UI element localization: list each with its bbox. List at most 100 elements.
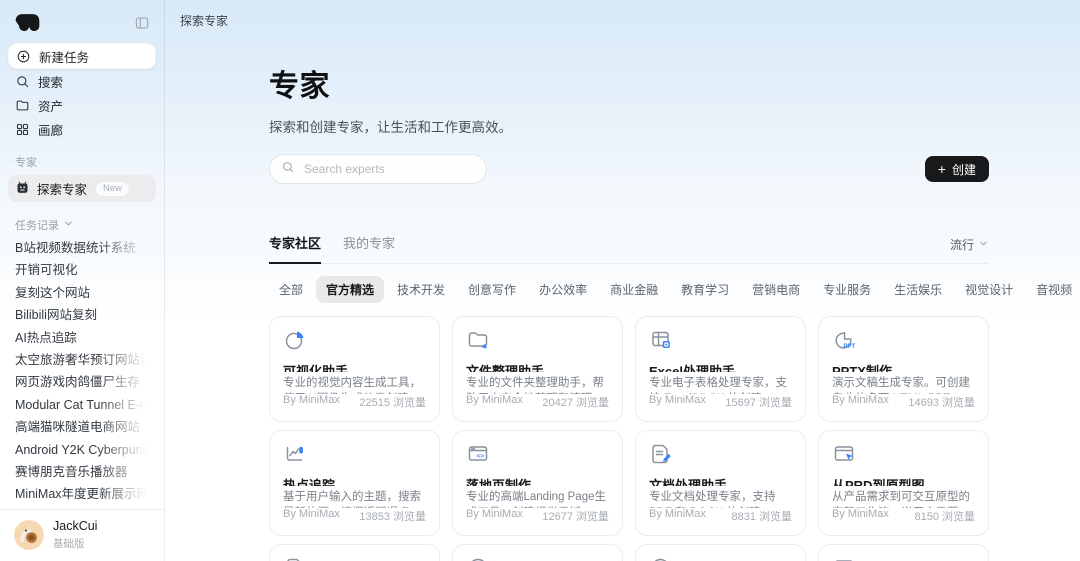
sidebar-item-explore-experts[interactable]: 探索专家 New (8, 175, 156, 202)
expert-card[interactable]: 可视化助手 专业的视觉内容生成工具，使用AI图像生成从零创建演示文稿、信息图、.… (269, 316, 440, 422)
palette-icon (466, 556, 609, 561)
sidebar-item-gallery[interactable]: 画廊 (8, 117, 156, 141)
expert-card[interactable]: 文件整理助手 专业的文件夹整理助手，帮助用户安全地整理和清理文件夹。在清理前自.… (452, 316, 623, 422)
create-button[interactable]: + 创建 (925, 156, 989, 182)
expert-card[interactable]: 图像创作 (818, 544, 989, 561)
new-badge: New (95, 181, 130, 197)
sidebar: 新建任务 搜索 资产 画廊 专家 探索专家 New 任务记录 B站视频数据统计系… (0, 0, 165, 561)
card-description: 演示文稿生成专家。可创建专业的多页 HTML-PPT 演示文稿，并支持导... (832, 376, 975, 394)
card-title: 文件整理助手 (466, 361, 609, 372)
expert-card-grid: 可视化助手 专业的视觉内容生成工具，使用AI图像生成从零创建演示文稿、信息图、.… (269, 316, 989, 561)
task-item[interactable]: B站视频数据统计系统 (15, 237, 149, 259)
trend-chart-icon (283, 442, 426, 466)
task-item[interactable]: 开销可视化 (15, 259, 149, 281)
card-description: 基于用户输入的主题，搜索最新信源、挖掘近期爆点话题，并生成高质... (283, 490, 426, 508)
task-item[interactable]: Bilibili网站复刻 (15, 304, 149, 326)
category-pill[interactable]: 技术开发 (387, 276, 455, 303)
card-author: By MiniMax (649, 508, 706, 524)
page-subtitle: 探索和创建专家，让生活和工作更高效。 (269, 116, 989, 136)
minimax-logo-icon (14, 12, 41, 33)
card-description: 专业文档处理专家，支持 PDF 和 DOCX 的创建、转换、提取和操作... (649, 490, 792, 508)
expert-card[interactable]: 从PRD到原型图 从产品需求到可交互原型的完整工作流。当用户需要：1) 撰写产品… (818, 430, 989, 536)
experts-section-label: 专家 (8, 154, 156, 170)
category-pill[interactable]: 营销电商 (742, 276, 810, 303)
plus-circle-icon (16, 49, 31, 64)
card-title: 可视化助手 (283, 361, 426, 372)
user-name: JackCui (53, 519, 97, 533)
card-title: 落地页制作 (466, 475, 609, 486)
chevron-down-icon (63, 218, 74, 232)
search-box[interactable] (269, 154, 487, 184)
card-views: 8831 浏览量 (731, 508, 792, 524)
expert-card[interactable]: Icon制作 (452, 544, 623, 561)
category-pill[interactable]: 创意写作 (458, 276, 526, 303)
task-item[interactable]: MiniMax年度更新展示网站 (15, 483, 149, 503)
card-title: 文档处理助手 (649, 475, 792, 486)
task-item[interactable]: 赛博朋克音乐播放器 (15, 461, 149, 483)
search-icon (281, 160, 295, 179)
sidebar-item-search[interactable]: 搜索 (8, 69, 156, 93)
card-description: 专业的文件夹整理助手，帮助用户安全地整理和清理文件夹。在清理前自... (466, 376, 609, 394)
tab[interactable]: 专家社区 (269, 233, 321, 264)
card-views: 20427 浏览量 (542, 394, 609, 410)
tasks-section-toggle[interactable]: 任务记录 (8, 217, 156, 233)
sidebar-nav: 新建任务 搜索 资产 画廊 (8, 43, 156, 141)
task-item[interactable]: 网页游戏肉鸽僵尸生存 (15, 371, 149, 393)
task-item[interactable]: 复刻这个网站 (15, 282, 149, 304)
tab[interactable]: 我的专家 (343, 233, 395, 263)
category-pill[interactable]: 商业金融 (600, 276, 668, 303)
sort-dropdown[interactable]: 流行 (950, 236, 989, 263)
card-title: PPTX制作 (832, 361, 975, 372)
sidebar-item-assets[interactable]: 资产 (8, 93, 156, 117)
topbar: 探索专家 (165, 0, 1080, 40)
expert-card[interactable]: <> 落地页制作 专业的高端Landing Page生成工具，创建视觉震撼、设计… (452, 430, 623, 536)
user-plan-badge: 基础版 (53, 536, 97, 551)
expert-card[interactable]: PPT PPTX制作 演示文稿生成专家。可创建专业的多页 HTML-PPT 演示… (818, 316, 989, 422)
category-pill[interactable]: 视觉设计 (955, 276, 1023, 303)
expert-card[interactable]: GIF动图表情包 (635, 544, 806, 561)
browser-cursor-icon (832, 442, 975, 466)
category-pill[interactable]: 全部 (269, 276, 313, 303)
sort-label: 流行 (950, 236, 974, 253)
card-title: 从PRD到原型图 (832, 475, 975, 486)
category-pill[interactable]: 官方精选 (316, 276, 384, 303)
task-item[interactable]: 高端猫咪隧道电商网站 (15, 416, 149, 438)
card-title: 热点追踪 (283, 475, 426, 486)
robot-icon (15, 180, 30, 198)
category-pill[interactable]: 专业服务 (813, 276, 881, 303)
collapse-sidebar-icon[interactable] (134, 15, 150, 31)
card-views: 8150 浏览量 (914, 508, 975, 524)
card-author: By MiniMax (283, 394, 340, 410)
search-icon (15, 74, 30, 89)
category-pill[interactable]: 音视频 (1026, 276, 1080, 303)
breadcrumb: 探索专家 (180, 12, 228, 29)
plus-icon: + (938, 162, 946, 176)
sidebar-item-new-task[interactable]: 新建任务 (8, 43, 156, 69)
grid-icon (15, 122, 30, 137)
task-item[interactable]: 太空旅游奢华预订网站设计 (15, 349, 149, 371)
tabs: 专家社区我的专家 (269, 233, 395, 263)
search-input[interactable] (302, 161, 475, 177)
user-profile[interactable]: JackCui 基础版 (0, 509, 164, 551)
task-item[interactable]: Android Y2K Cyberpunk UI (15, 439, 149, 461)
card-author: By MiniMax (283, 508, 340, 524)
smiley-icon (649, 556, 792, 561)
app: 新建任务 搜索 资产 画廊 专家 探索专家 New 任务记录 B站视频数据统计系… (0, 0, 1080, 561)
task-list: B站视频数据统计系统开销可视化复刻这个网站Bilibili网站复刻AI热点追踪太… (8, 237, 156, 503)
category-filter-bar: 全部官方精选技术开发创意写作办公效率商业金融教育学习营销电商专业服务生活娱乐视觉… (269, 276, 989, 303)
expert-card[interactable]: Excel处理助手 专业电子表格处理专家，支持 Excel/XLSX 的创建、编… (635, 316, 806, 422)
create-button-label: 创建 (952, 161, 976, 178)
task-item[interactable]: AI热点追踪 (15, 327, 149, 349)
search-row: + 创建 (269, 154, 989, 184)
pie-chart-icon (283, 328, 426, 352)
expert-card[interactable]: 热点追踪 基于用户输入的主题，搜索最新信源、挖掘近期爆点话题，并生成高质... … (269, 430, 440, 536)
expert-card[interactable]: 故事视频生成 (269, 544, 440, 561)
category-pill[interactable]: 办公效率 (529, 276, 597, 303)
card-author: By MiniMax (466, 394, 523, 410)
folder-icon (15, 98, 30, 113)
category-pill[interactable]: 生活娱乐 (884, 276, 952, 303)
category-pill[interactable]: 教育学习 (671, 276, 739, 303)
task-item[interactable]: Modular Cat Tunnel E-co... (15, 394, 149, 416)
sidebar-header (8, 8, 156, 43)
expert-card[interactable]: 文档处理助手 专业文档处理专家，支持 PDF 和 DOCX 的创建、转换、提取和… (635, 430, 806, 536)
